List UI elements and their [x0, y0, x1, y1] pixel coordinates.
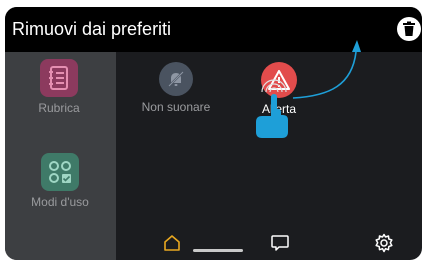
page-title: Rimuovi dai preferiti — [12, 19, 172, 39]
favorite-allerta[interactable]: Allerta — [244, 62, 314, 116]
settings-nav-button[interactable] — [370, 229, 398, 257]
warning-icon — [261, 62, 297, 98]
address-book-icon — [40, 59, 78, 97]
sidebar-item-modi-duso[interactable]: Modi d'uso — [25, 153, 95, 209]
sidebar-item-label: Modi d'uso — [31, 195, 89, 209]
trash-icon — [403, 21, 415, 36]
modes-icon — [41, 153, 79, 191]
top-bar: Rimuovi dai preferiti — [5, 7, 422, 52]
sidebar-item-label: Rubrica — [38, 101, 80, 115]
favorite-non-suonare[interactable]: Non suonare — [131, 62, 221, 114]
gear-icon — [375, 233, 393, 253]
screen: Rimuovi dai preferiti Rubrica Modi d'uso… — [5, 7, 422, 260]
chat-nav-button[interactable] — [266, 229, 294, 257]
bottom-nav — [116, 229, 422, 260]
sidebar-item-rubrica[interactable]: Rubrica — [29, 59, 89, 115]
home-indicator[interactable] — [193, 249, 243, 252]
chat-icon — [271, 235, 289, 251]
trash-button[interactable] — [397, 17, 421, 41]
favorite-label: Allerta — [261, 102, 296, 116]
home-icon — [164, 235, 180, 251]
bell-off-icon — [159, 62, 193, 96]
favorite-label: Non suonare — [141, 100, 211, 114]
home-nav-button[interactable] — [158, 229, 186, 257]
